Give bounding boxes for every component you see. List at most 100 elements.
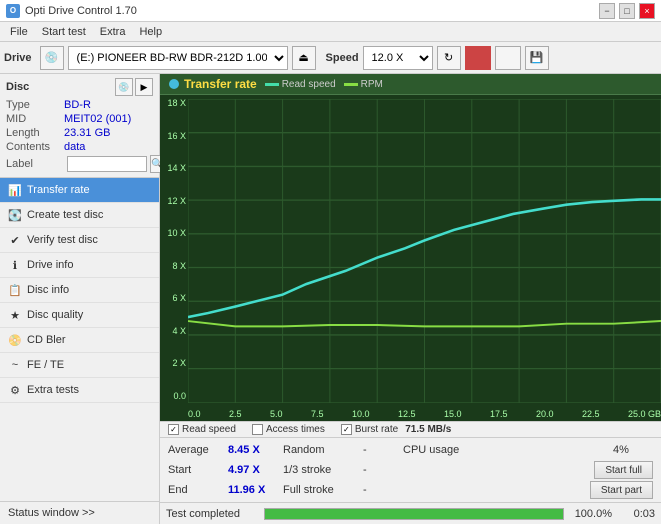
checkbox-row: ✓ Read speed Access times ✓ Burst rate 7… (160, 422, 661, 438)
nav-cd-bler-label: CD Bler (27, 334, 66, 346)
disc-info-icon: 📋 (8, 283, 22, 297)
disc-mid-row: MID MEIT02 (001) (6, 113, 153, 125)
nav-transfer-rate[interactable]: 📊 Transfer rate (0, 178, 159, 203)
nav-disc-quality-label: Disc quality (27, 309, 83, 321)
nav-disc-info[interactable]: 📋 Disc info (0, 278, 159, 303)
app-icon: O (6, 4, 20, 18)
stats-row-2: Start 4.97 X 1/3 stroke - Start full (168, 460, 653, 480)
rpm-legend-label: RPM (361, 79, 383, 90)
media-button1[interactable] (465, 46, 491, 70)
minimize-button[interactable]: − (599, 3, 615, 19)
start-full-button[interactable]: Start full (594, 461, 653, 479)
y-label-10: 10 X (160, 229, 188, 238)
y-label-14: 14 X (160, 164, 188, 173)
access-times-cb-label: Access times (266, 424, 325, 435)
create-disc-icon: 💽 (8, 208, 22, 222)
close-button[interactable]: × (639, 3, 655, 19)
drive-select[interactable]: (E:) PIONEER BD-RW BDR-212D 1.00 (68, 46, 288, 70)
disc-type-row: Type BD-R (6, 99, 153, 111)
eject-button[interactable]: ⏏ (292, 46, 316, 70)
burst-rate-cb-label: Burst rate (355, 424, 398, 435)
nav-fe-te[interactable]: ~ FE / TE (0, 353, 159, 378)
nav-verify-test-label: Verify test disc (27, 234, 98, 246)
status-window-label: Status window >> (8, 507, 95, 519)
disc-quality-icon: ★ (8, 308, 22, 322)
access-times-checkbox-item: Access times (252, 424, 325, 435)
read-speed-checkbox[interactable]: ✓ (168, 424, 179, 435)
x-label-0: 0.0 (188, 409, 201, 419)
rpm-legend-color (344, 83, 358, 86)
stroke-val: - (363, 464, 403, 476)
read-speed-cb-label: Read speed (182, 424, 236, 435)
speed-select[interactable]: 12.0 X (363, 46, 433, 70)
nav-disc-quality[interactable]: ★ Disc quality (0, 303, 159, 328)
media-button2[interactable] (495, 46, 521, 70)
x-axis: 0.0 2.5 5.0 7.5 10.0 12.5 15.0 17.5 20.0… (188, 409, 661, 419)
chart-header: Transfer rate Read speed RPM (160, 74, 661, 95)
start-key: Start (168, 464, 228, 476)
progress-bar-container (264, 508, 564, 520)
x-label-17-5: 17.5 (490, 409, 508, 419)
y-label-18: 18 X (160, 99, 188, 108)
menu-help[interactable]: Help (133, 25, 168, 39)
legend-rpm: RPM (344, 79, 383, 90)
disc-length-row: Length 23.31 GB (6, 127, 153, 139)
nav-extra-tests-label: Extra tests (27, 384, 79, 396)
x-label-7-5: 7.5 (311, 409, 324, 419)
content-area: Transfer rate Read speed RPM 18 X 16 X 1… (160, 74, 661, 524)
sidebar-bottom: Status window >> (0, 501, 159, 524)
title-bar: O Opti Drive Control 1.70 − □ × (0, 0, 661, 22)
maximize-button[interactable]: □ (619, 3, 635, 19)
cd-bler-icon: 📀 (8, 333, 22, 347)
y-label-4: 4 X (160, 327, 188, 336)
y-label-8: 8 X (160, 262, 188, 271)
full-stroke-val: - (363, 484, 403, 496)
status-bar: Test completed 100.0% 0:03 (160, 502, 661, 524)
y-label-0: 0.0 (160, 392, 188, 401)
read-speed-legend-label: Read speed (282, 79, 336, 90)
disc-title: Disc (6, 81, 29, 93)
label-input[interactable] (67, 156, 147, 172)
x-label-10: 10.0 (352, 409, 370, 419)
nav-cd-bler[interactable]: 📀 CD Bler (0, 328, 159, 353)
save-button[interactable]: 💾 (525, 46, 549, 70)
nav-extra-tests[interactable]: ⚙ Extra tests (0, 378, 159, 403)
extra-tests-icon: ⚙ (8, 383, 22, 397)
mid-val: MEIT02 (001) (64, 113, 131, 125)
start-val: 4.97 X (228, 464, 283, 476)
nav-create-test-disc[interactable]: 💽 Create test disc (0, 203, 159, 228)
menu-start-test[interactable]: Start test (36, 25, 92, 39)
refresh-button[interactable]: ↻ (437, 46, 461, 70)
burst-rate-checkbox-item: ✓ Burst rate 71.5 MB/s (341, 424, 452, 435)
disc-btn1[interactable]: 💿 (115, 78, 133, 96)
drive-info-icon: ℹ (8, 258, 22, 272)
menu-extra[interactable]: Extra (94, 25, 132, 39)
stats-row-1: Average 8.45 X Random - CPU usage 4% (168, 440, 653, 460)
menu-file[interactable]: File (4, 25, 34, 39)
disc-btn2[interactable]: ▶ (135, 78, 153, 96)
burst-rate-checkbox[interactable]: ✓ (341, 424, 352, 435)
stats-area: ✓ Read speed Access times ✓ Burst rate 7… (160, 421, 661, 502)
nav-drive-info[interactable]: ℹ Drive info (0, 253, 159, 278)
burst-rate-value: 71.5 MB/s (405, 424, 451, 435)
contents-val: data (64, 141, 85, 153)
cpu-key: CPU usage (403, 444, 613, 456)
chart-title: Transfer rate (184, 77, 257, 91)
average-val: 8.45 X (228, 444, 283, 456)
access-times-checkbox[interactable] (252, 424, 263, 435)
disc-label-row: Label 🔍 (6, 155, 153, 173)
progress-bar-fill (265, 509, 563, 519)
x-label-12-5: 12.5 (398, 409, 416, 419)
y-label-6: 6 X (160, 294, 188, 303)
start-part-button[interactable]: Start part (590, 481, 653, 499)
transfer-rate-icon: 📊 (8, 183, 22, 197)
nav-transfer-rate-label: Transfer rate (27, 184, 90, 196)
end-val: 11.96 X (228, 484, 283, 496)
nav-verify-test-disc[interactable]: ✔ Verify test disc (0, 228, 159, 253)
nav-status-window[interactable]: Status window >> (0, 502, 159, 524)
average-key: Average (168, 444, 228, 456)
cpu-val: 4% (613, 444, 653, 456)
x-label-5: 5.0 (270, 409, 283, 419)
toolbar: Drive 💿 (E:) PIONEER BD-RW BDR-212D 1.00… (0, 42, 661, 74)
nav-create-test-label: Create test disc (27, 209, 103, 221)
